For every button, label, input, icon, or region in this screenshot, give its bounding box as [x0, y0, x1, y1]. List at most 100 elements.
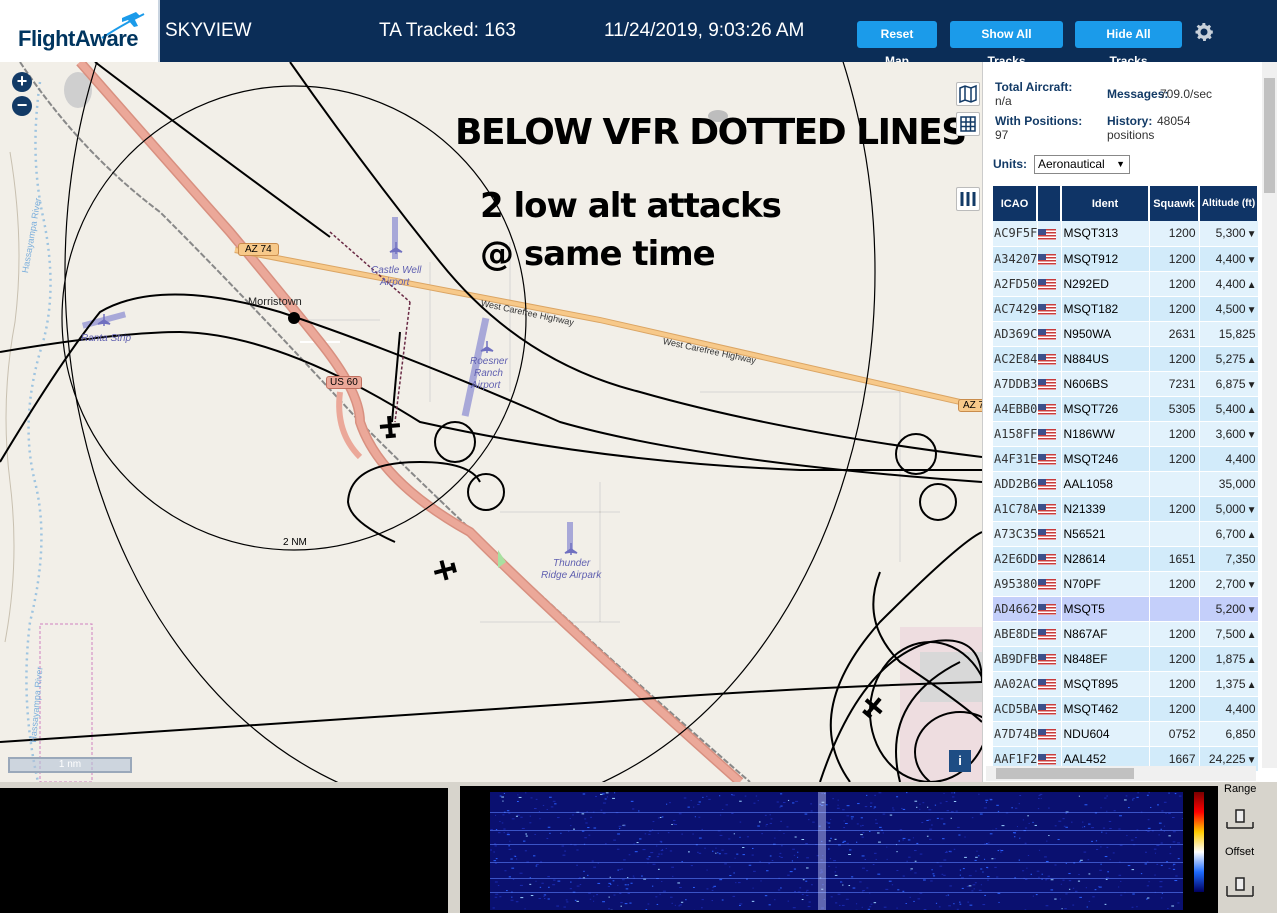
us-flag-icon [1037, 377, 1056, 391]
table-row[interactable]: A2FD50 N292ED 1200 4,400▲ [993, 271, 1259, 297]
altitude-value: 7,350 [1225, 551, 1256, 566]
icao-cell: A95380 [993, 571, 1038, 597]
ident-cell: N28614 [1061, 546, 1150, 572]
altitude-value: 4,400 [1215, 276, 1246, 291]
us-flag-icon [1037, 277, 1056, 291]
column-header-altitude[interactable]: Altitude (ft) [1199, 186, 1259, 221]
table-row[interactable]: A7DDB3 N606BS 7231 6,875▼ [993, 371, 1259, 397]
us-flag-icon [1037, 652, 1056, 666]
grid-button[interactable] [956, 112, 980, 136]
scroll-thumb[interactable] [1264, 78, 1275, 193]
offset-slider[interactable] [1225, 876, 1255, 898]
icao-cell: A1C78A [993, 496, 1038, 522]
flightaware-logo[interactable]: FlightAware [0, 0, 160, 62]
table-row[interactable]: A2E6DD N28614 1651 7,350 [993, 546, 1259, 572]
column-header-squawk[interactable]: Squawk [1149, 186, 1200, 221]
with-positions-value: 97 [995, 128, 1009, 142]
table-row[interactable]: A158FF N186WW 1200 3,600▼ [993, 421, 1259, 447]
altitude-cell: 4,400▲ [1199, 271, 1259, 297]
info-button[interactable]: i [949, 750, 971, 772]
ident-cell: NDU604 [1061, 721, 1150, 747]
icao-cell: ADD2B6 [993, 471, 1038, 497]
table-row[interactable]: A95380 N70PF 1200 2,700▼ [993, 571, 1259, 597]
gear-icon[interactable] [1192, 20, 1216, 44]
zoom-out-button[interactable]: − [12, 96, 32, 116]
vertical-scrollbar[interactable] [1262, 62, 1277, 768]
altitude-cell: 5,275▲ [1199, 346, 1259, 372]
squawk-cell: 1200 [1149, 571, 1200, 597]
table-row[interactable]: AC7429 MSQT182 1200 4,500▼ [993, 296, 1259, 322]
ident-cell: N292ED [1061, 271, 1150, 297]
table-row[interactable]: ACD5BA MSQT462 1200 4,400 [993, 696, 1259, 722]
altitude-value: 6,850 [1225, 726, 1256, 741]
table-row[interactable]: AC2E84 N884US 1200 5,275▲ [993, 346, 1259, 372]
ident-cell: N56521 [1061, 521, 1150, 547]
airport-label-roesner-3: Airport [471, 380, 501, 391]
columns-button[interactable] [956, 187, 980, 211]
annotation-title: BELOW VFR DOTTED LINES [455, 112, 967, 153]
range-slider[interactable] [1225, 808, 1255, 830]
reset-map-button[interactable]: Reset Map [857, 21, 937, 68]
altitude-value: 4,400 [1225, 451, 1256, 466]
table-row[interactable]: ADD2B6 AAL1058 35,000 [993, 471, 1259, 497]
table-row[interactable]: A34207 MSQT912 1200 4,400▼ [993, 246, 1259, 272]
aircraft-icon[interactable] [860, 694, 886, 720]
table-row[interactable]: A4F31E MSQT246 1200 4,400 [993, 446, 1259, 472]
altitude-trend-icon: ▲ [1246, 354, 1257, 366]
icao-cell: AC9F5F [993, 221, 1038, 247]
altitude-value: 5,300 [1215, 226, 1246, 241]
zoom-in-button[interactable]: + [12, 72, 32, 92]
aircraft-icon[interactable] [377, 414, 403, 440]
table-row[interactable]: AA02AC MSQT895 1200 1,375▲ [993, 671, 1259, 697]
map-layer-button[interactable] [956, 82, 980, 106]
scroll-thumb-horizontal[interactable] [996, 768, 1134, 779]
annotation-line-1: 2 low alt attacks [480, 186, 782, 226]
map-view[interactable]: + − BELOW VFR DOTTED LINES 2 low alt att… [0, 62, 982, 782]
table-row[interactable]: A1C78A N21339 1200 5,000▼ [993, 496, 1259, 522]
history-value-2: positions [1107, 128, 1155, 142]
table-row[interactable]: AD4662 MSQT5 5,200▼ [993, 596, 1259, 622]
icao-cell: AA02AC [993, 671, 1038, 697]
column-header-icao[interactable]: ICAO [993, 186, 1038, 221]
history-label: History: [1107, 114, 1153, 128]
messages-value: 709.0/sec [1160, 87, 1213, 101]
icao-cell: ACD5BA [993, 696, 1038, 722]
map-canvas [0, 62, 982, 782]
table-row[interactable]: AB9DFB N848EF 1200 1,875▲ [993, 646, 1259, 672]
aircraft-panel: Total Aircraft: n/a With Positions: 97 M… [982, 62, 1277, 782]
table-row[interactable]: A73C35 N56521 6,700▲ [993, 521, 1259, 547]
flag-cell [1037, 671, 1062, 697]
altitude-trend-icon: ▼ [1246, 254, 1257, 266]
us-flag-icon [1037, 627, 1056, 641]
aircraft-icon[interactable] [432, 557, 458, 583]
table-row[interactable]: AC9F5F MSQT313 1200 5,300▼ [993, 221, 1259, 247]
offset-label: Offset [1225, 846, 1255, 858]
altitude-cell: 7,350 [1199, 546, 1259, 572]
us-flag-icon [1037, 552, 1056, 566]
icao-cell: A4EBB0 [993, 396, 1038, 422]
altitude-cell: 6,700▲ [1199, 521, 1259, 547]
altitude-value: 5,275 [1215, 351, 1246, 366]
table-row[interactable]: A4EBB0 MSQT726 5305 5,400▲ [993, 396, 1259, 422]
altitude-cell: 15,825 [1199, 321, 1259, 347]
squawk-cell: 1200 [1149, 621, 1200, 647]
us-flag-icon [1037, 752, 1056, 766]
us-flag-icon [1037, 577, 1056, 591]
clock: 11/24/2019, 9:03:26 AM [604, 20, 805, 41]
altitude-trend-icon: ▼ [1246, 504, 1257, 516]
column-header-flag[interactable] [1037, 186, 1062, 221]
column-header-ident[interactable]: Ident [1061, 186, 1150, 221]
table-row[interactable]: A7D74B NDU604 0752 6,850 [993, 721, 1259, 747]
table-row[interactable]: AD369C N950WA 2631 15,825 [993, 321, 1259, 347]
scale-bar: 1 nm [8, 757, 132, 773]
squawk-cell: 1200 [1149, 221, 1200, 247]
horizontal-scrollbar[interactable] [986, 766, 1256, 781]
airport-label-roesner-1: Roesner [470, 356, 508, 367]
show-all-tracks-button[interactable]: Show All Tracks [950, 21, 1063, 68]
units-select[interactable]: Aeronautical ▼ [1034, 155, 1130, 174]
hide-all-tracks-button[interactable]: Hide All Tracks [1075, 21, 1182, 68]
total-aircraft-label: Total Aircraft: [995, 80, 1073, 94]
altitude-trend-icon: ▲ [1246, 654, 1257, 666]
altitude-value: 4,400 [1225, 701, 1256, 716]
table-row[interactable]: ABE8DE N867AF 1200 7,500▲ [993, 621, 1259, 647]
